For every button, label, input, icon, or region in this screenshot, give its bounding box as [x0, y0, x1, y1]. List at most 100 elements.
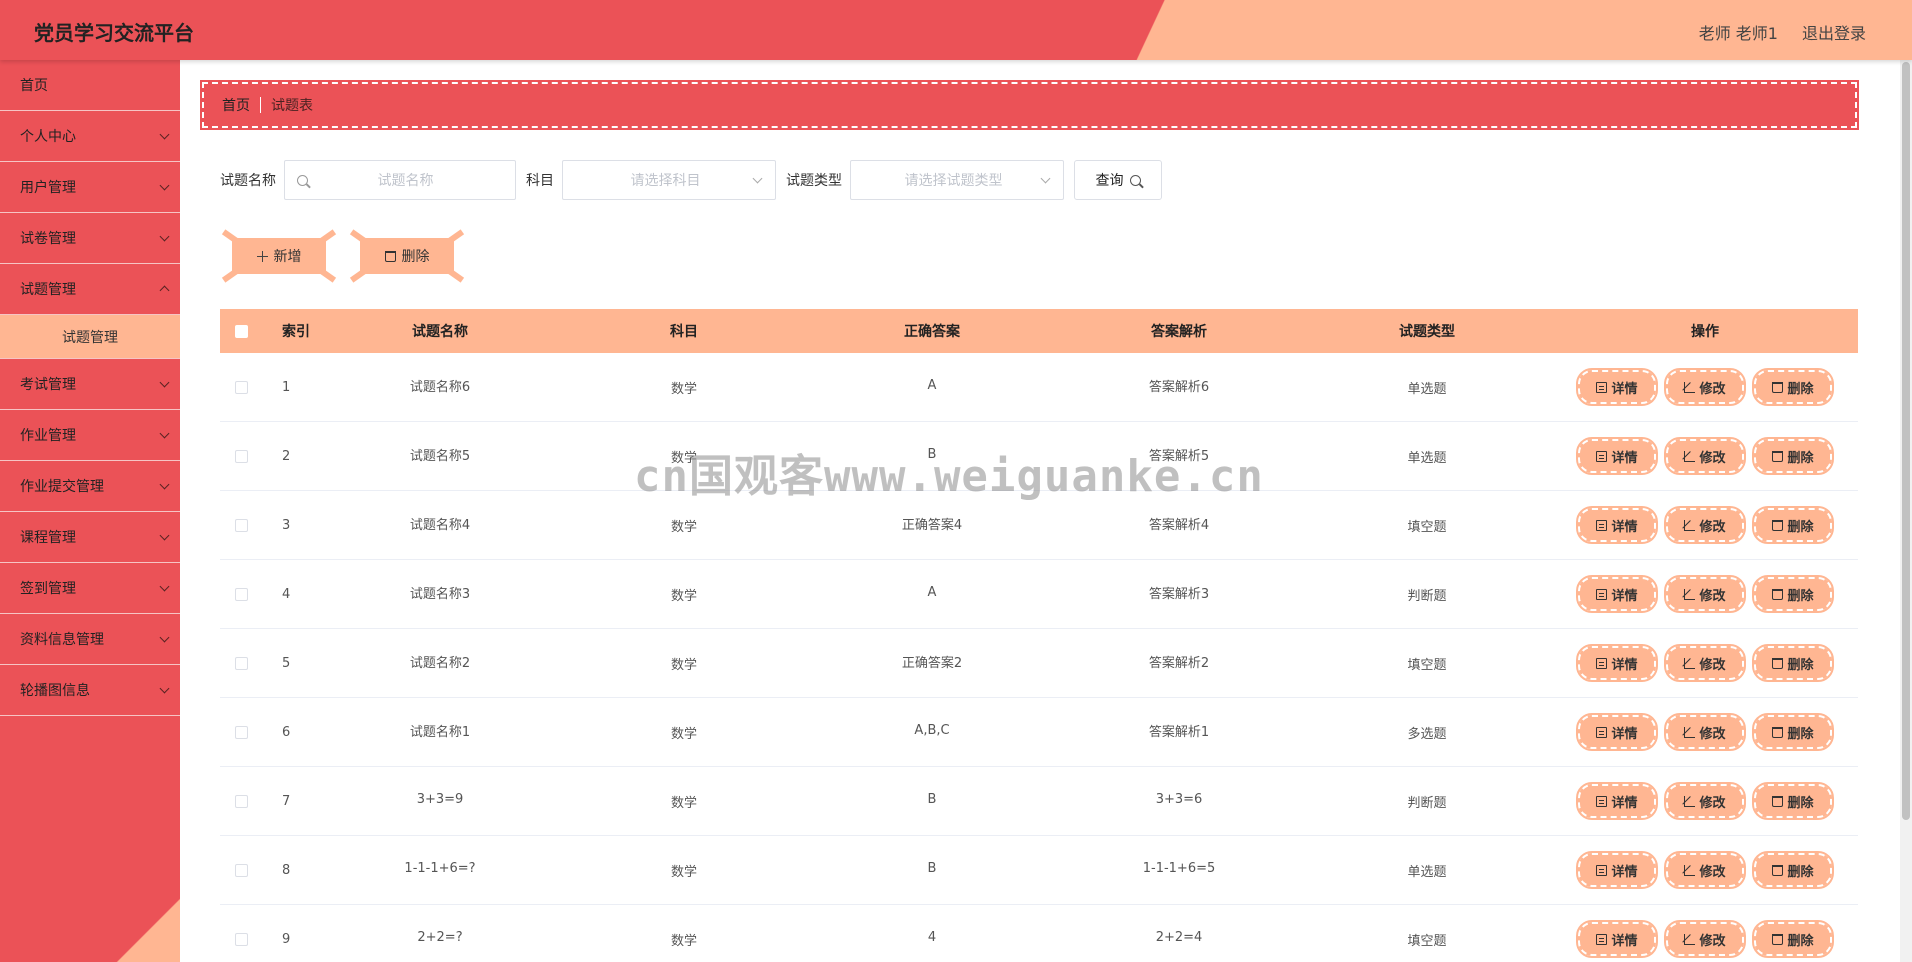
- edit-button[interactable]: 修改: [1664, 437, 1746, 475]
- sidebar-item-materials[interactable]: 资料信息管理: [0, 614, 180, 665]
- cell-type: 填空题: [1407, 657, 1447, 673]
- sidebar-item-homework-submit[interactable]: 作业提交管理: [0, 461, 180, 512]
- delete-button[interactable]: 删除: [1752, 575, 1834, 613]
- table-header: 索引 试题名称 科目 正确答案 答案解析 试题类型 操作: [220, 309, 1858, 353]
- cell-name: 2+2=?: [417, 929, 463, 945]
- add-button[interactable]: 新增: [220, 229, 338, 283]
- delete-button[interactable]: 删除: [1752, 782, 1834, 820]
- name-search-input[interactable]: 试题名称: [284, 160, 516, 200]
- cell-type: 单选题: [1407, 450, 1447, 466]
- delete-button[interactable]: 删除: [1752, 506, 1834, 544]
- header-analysis: 答案解析: [1151, 324, 1207, 340]
- chevron-down-icon: [159, 683, 170, 693]
- delete-button-label: 删除: [1787, 381, 1814, 397]
- sidebar-item-checkin[interactable]: 签到管理: [0, 563, 180, 614]
- current-user[interactable]: 老师 老师1: [1699, 20, 1778, 44]
- row-checkbox[interactable]: [234, 863, 248, 877]
- delete-button-label: 删除: [1787, 864, 1814, 880]
- delete-button[interactable]: 删除: [1752, 920, 1834, 958]
- edit-button[interactable]: 修改: [1664, 782, 1746, 820]
- chevron-down-icon: [159, 231, 170, 241]
- row-checkbox[interactable]: [234, 794, 248, 808]
- edit-button-label: 修改: [1699, 795, 1726, 811]
- chevron-down-icon: [159, 530, 170, 540]
- delete-button-label: 删除: [1787, 519, 1814, 535]
- logout-link[interactable]: 退出登录: [1802, 20, 1866, 44]
- subject-select[interactable]: 请选择科目: [562, 160, 776, 200]
- batch-delete-button[interactable]: 删除: [348, 229, 466, 283]
- sidebar-item-courses[interactable]: 课程管理: [0, 512, 180, 563]
- cell-ops: 详情 修改 删除: [1552, 437, 1858, 475]
- scrollbar-thumb[interactable]: [1902, 62, 1910, 820]
- detail-button-label: 详情: [1611, 588, 1638, 604]
- row-checkbox[interactable]: [234, 518, 248, 532]
- cell-name: 试题名称4: [409, 517, 471, 533]
- sidebar-item-homework[interactable]: 作业管理: [0, 410, 180, 461]
- sidebar-item-users[interactable]: 用户管理: [0, 162, 180, 213]
- cell-index: 7: [282, 793, 291, 809]
- sidebar-item-label: 资料信息管理: [20, 632, 104, 648]
- row-checkbox[interactable]: [234, 587, 248, 601]
- cell-answer: B: [927, 791, 937, 807]
- edit-button[interactable]: 修改: [1664, 713, 1746, 751]
- row-checkbox[interactable]: [234, 932, 248, 946]
- select-all-checkbox[interactable]: [234, 324, 248, 338]
- delete-button[interactable]: 删除: [1752, 368, 1834, 406]
- detail-button-label: 详情: [1611, 864, 1638, 880]
- query-button[interactable]: 查询: [1074, 160, 1162, 200]
- questions-table: 索引 试题名称 科目 正确答案 答案解析 试题类型 操作 1 试题名称6 数学 A 答案…: [220, 309, 1858, 962]
- row-checkbox[interactable]: [234, 449, 248, 463]
- edit-icon: [1684, 450, 1696, 462]
- delete-button[interactable]: 删除: [1752, 851, 1834, 889]
- chevron-down-icon: [752, 173, 763, 183]
- table-row: 1 试题名称6 数学 A 答案解析6 单选题 详情 修改 删除: [220, 353, 1858, 422]
- sidebar-item-questions[interactable]: 试题管理: [0, 264, 180, 315]
- edit-button[interactable]: 修改: [1664, 368, 1746, 406]
- edit-button-label: 修改: [1699, 381, 1726, 397]
- cell-type: 多选题: [1407, 726, 1447, 742]
- edit-button-label: 修改: [1699, 864, 1726, 880]
- detail-button[interactable]: 详情: [1576, 920, 1658, 958]
- watermark: cn国观客www.weiguanke.cn: [634, 451, 1264, 502]
- detail-button[interactable]: 详情: [1576, 713, 1658, 751]
- sidebar-item-papers[interactable]: 试卷管理: [0, 213, 180, 264]
- row-checkbox[interactable]: [234, 725, 248, 739]
- breadcrumb-home[interactable]: 首页: [222, 95, 250, 115]
- detail-button[interactable]: 详情: [1576, 644, 1658, 682]
- trash-icon: [384, 250, 396, 262]
- detail-button[interactable]: 详情: [1576, 437, 1658, 475]
- sidebar-item-label: 轮播图信息: [20, 683, 90, 699]
- sidebar-item-carousel[interactable]: 轮播图信息: [0, 665, 180, 716]
- detail-button[interactable]: 详情: [1576, 506, 1658, 544]
- edit-button[interactable]: 修改: [1664, 920, 1746, 958]
- edit-button[interactable]: 修改: [1664, 506, 1746, 544]
- detail-button[interactable]: 详情: [1576, 368, 1658, 406]
- cell-analysis: 答案解析2: [1148, 655, 1210, 671]
- edit-button[interactable]: 修改: [1664, 575, 1746, 613]
- delete-button[interactable]: 删除: [1752, 644, 1834, 682]
- breadcrumb: 首页 试题表: [200, 80, 1859, 130]
- cell-analysis: 1-1-1+6=5: [1142, 860, 1216, 876]
- row-checkbox[interactable]: [234, 380, 248, 394]
- row-checkbox[interactable]: [234, 656, 248, 670]
- cell-type: 单选题: [1407, 864, 1447, 880]
- detail-button[interactable]: 详情: [1576, 782, 1658, 820]
- cell-analysis: 答案解析3: [1148, 586, 1210, 602]
- cell-analysis: 答案解析1: [1148, 724, 1210, 740]
- edit-icon: [1684, 726, 1696, 738]
- cell-answer: 4: [927, 929, 937, 945]
- type-select[interactable]: 请选择试题类型: [850, 160, 1064, 200]
- detail-button[interactable]: 详情: [1576, 851, 1658, 889]
- sidebar-item-home[interactable]: 首页: [0, 60, 180, 111]
- table-row: 9 2+2=? 数学 4 2+2=4 填空题 详情 修改 删除: [220, 905, 1858, 962]
- delete-button[interactable]: 删除: [1752, 713, 1834, 751]
- sidebar-subitem-questions[interactable]: 试题管理: [0, 315, 180, 359]
- cell-ops: 详情 修改 删除: [1552, 644, 1858, 682]
- sidebar-item-personal-center[interactable]: 个人中心: [0, 111, 180, 162]
- edit-button[interactable]: 修改: [1664, 851, 1746, 889]
- sidebar-item-exams[interactable]: 考试管理: [0, 359, 180, 410]
- edit-button[interactable]: 修改: [1664, 644, 1746, 682]
- detail-button[interactable]: 详情: [1576, 575, 1658, 613]
- delete-button[interactable]: 删除: [1752, 437, 1834, 475]
- plus-icon: [256, 250, 268, 262]
